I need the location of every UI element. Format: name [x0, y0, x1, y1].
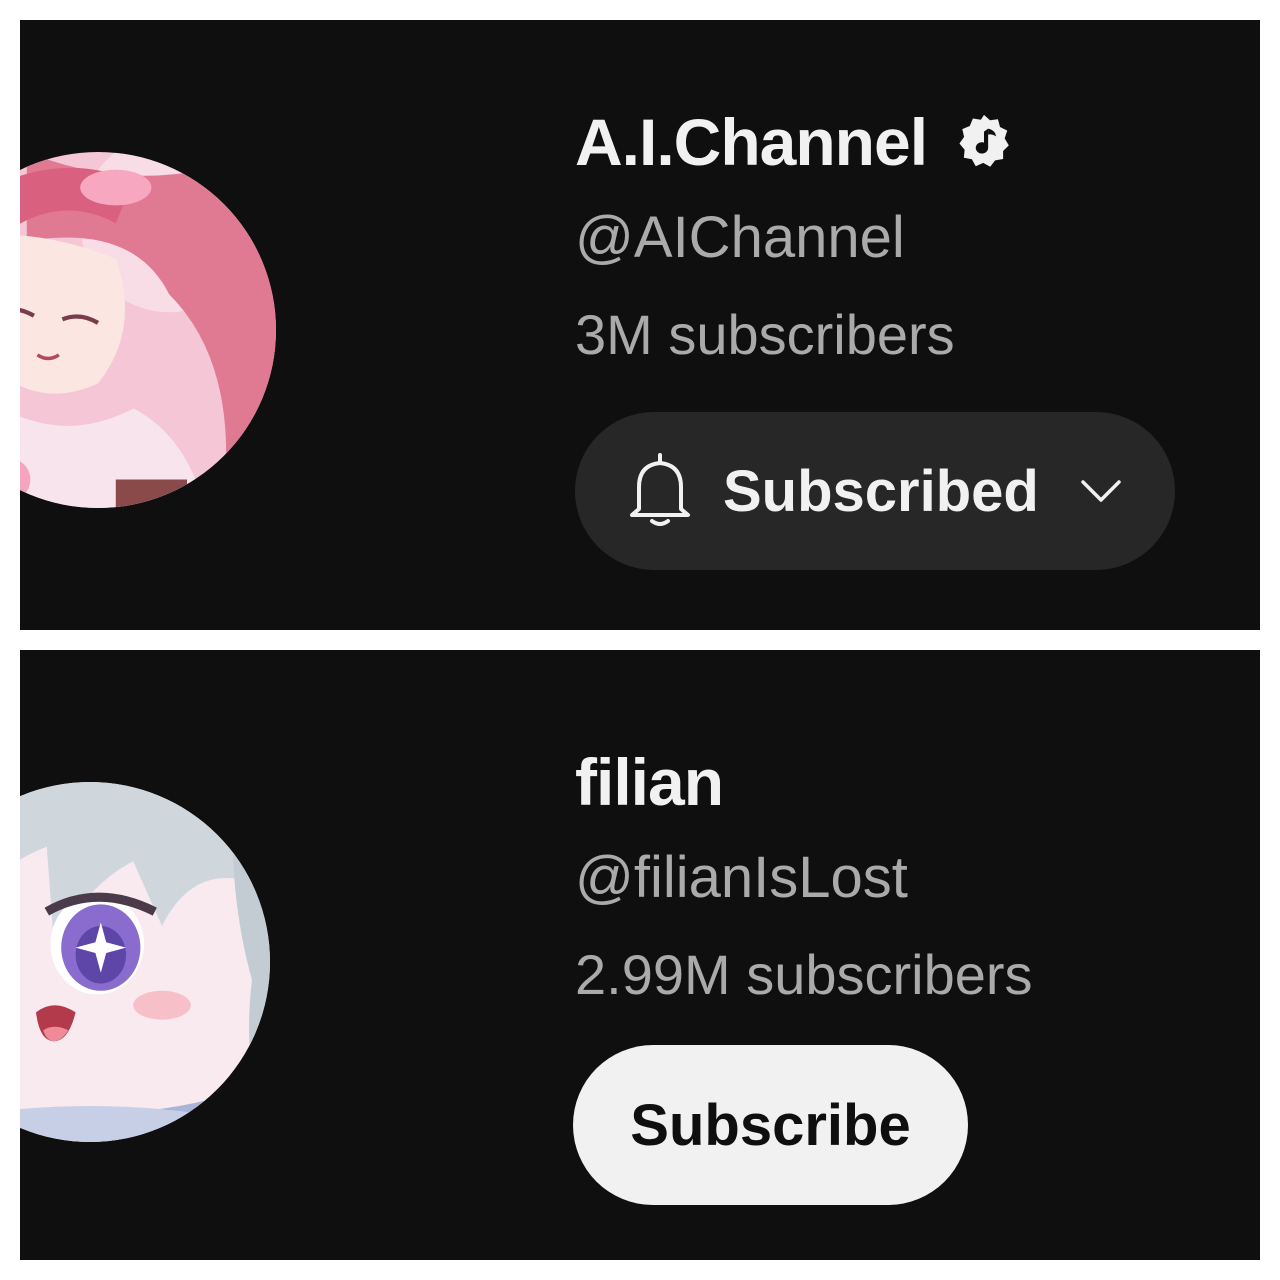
- channel-header-filian: filian @filianIsLost 2.99M subscribers S…: [20, 650, 1260, 1260]
- subscribed-button[interactable]: Subscribed: [575, 412, 1175, 570]
- channel-name-row: filian: [575, 738, 1033, 826]
- bell-icon: [625, 451, 695, 531]
- chevron-down-icon[interactable]: [1079, 476, 1123, 506]
- music-note-verified-icon: [953, 111, 1015, 173]
- channel-name[interactable]: A.I.Channel: [575, 104, 928, 180]
- screenshot-collage: A.I.Channel @AIChannel 3M subscribers Su…: [0, 0, 1280, 1280]
- channel-handle: @filianIsLost: [575, 845, 908, 910]
- channel-info: filian @filianIsLost 2.99M subscribers: [575, 738, 1033, 1020]
- subscribe-button-label: Subscribe: [630, 1092, 911, 1158]
- subscriber-count: 3M subscribers: [575, 303, 955, 366]
- channel-header-ai-channel: A.I.Channel @AIChannel 3M subscribers Su…: [20, 20, 1260, 630]
- subscriber-count: 2.99M subscribers: [575, 943, 1033, 1006]
- channel-handle: @AIChannel: [575, 205, 905, 270]
- channel-info: A.I.Channel @AIChannel 3M subscribers: [575, 98, 1015, 380]
- subscribe-button[interactable]: Subscribe: [573, 1045, 968, 1205]
- subscribed-button-label: Subscribed: [723, 458, 1039, 524]
- channel-name[interactable]: filian: [575, 744, 724, 820]
- channel-name-row: A.I.Channel: [575, 98, 1015, 186]
- avatar[interactable]: [20, 782, 270, 1142]
- avatar[interactable]: [20, 152, 276, 508]
